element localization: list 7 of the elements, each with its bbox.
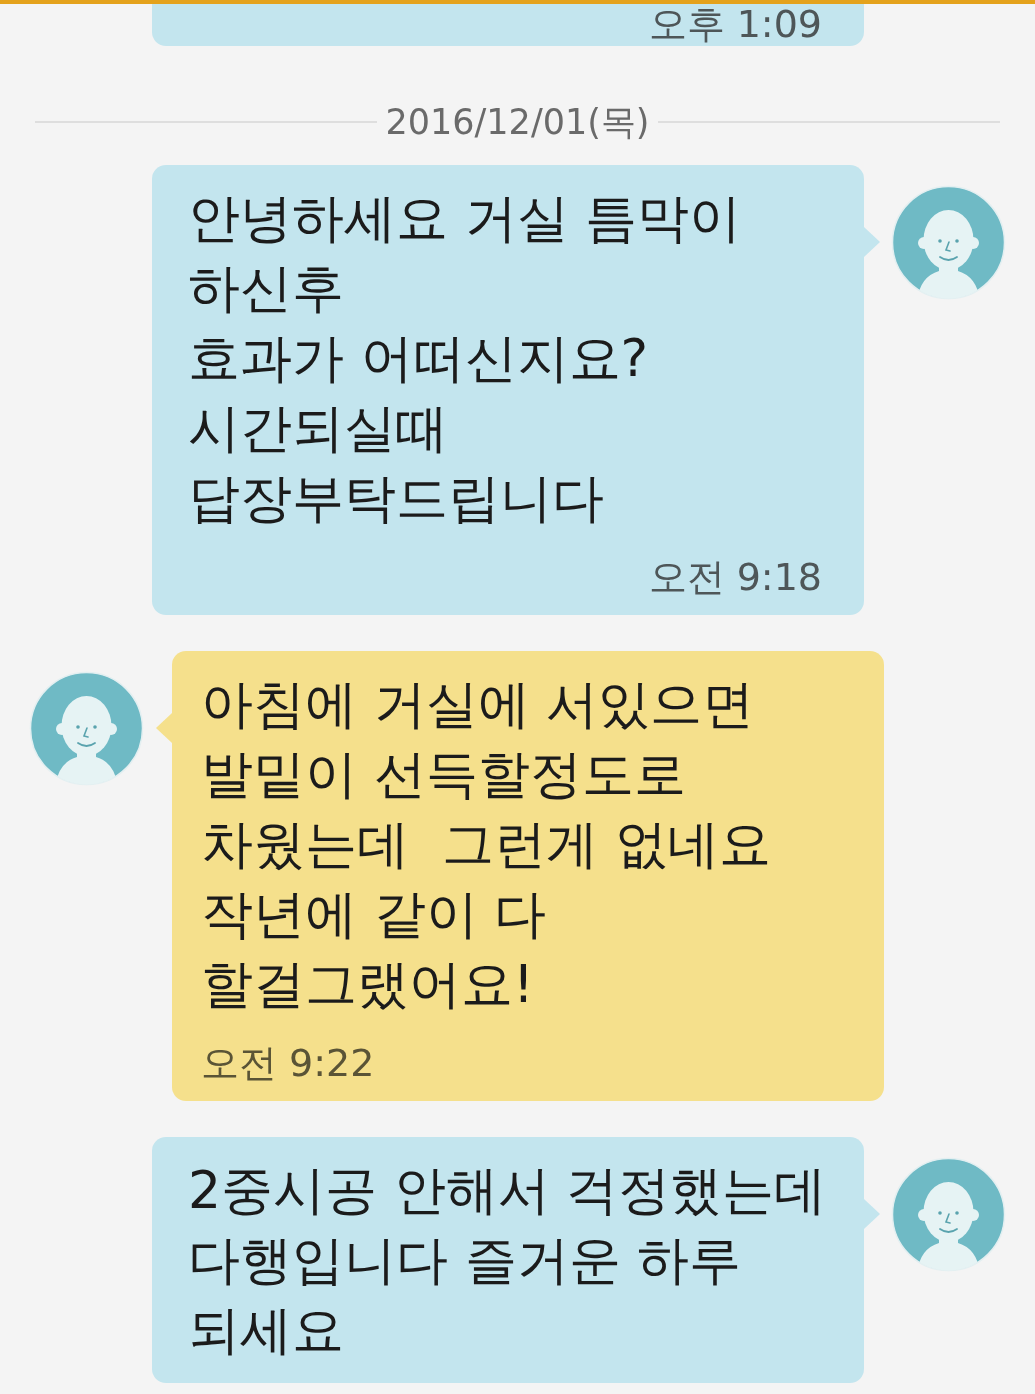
message-text: 아침에 거실에 서있으면 발밑이 선득할정도로 차웠는데 그런게 없네요 작년에 같이 다 할걸그랬어요! xyxy=(201,673,772,1016)
date-separator-label: 2016/12/01(목) xyxy=(384,102,651,142)
message-time: 오후 1:09 xyxy=(647,4,823,44)
message-time: 오전 9:22 xyxy=(201,1043,376,1083)
message-text: 안녕하세요 거실 틈막이 하신후 효과가 어떠신지요? 시간되실때 답장부탁드립니다 xyxy=(188,187,743,530)
message-time: 오전 9:18 xyxy=(647,557,823,597)
message-text: 2중시공 안해서 걱정했는데 다행입니다 즐거운 하루 되세요 xyxy=(188,1159,828,1362)
